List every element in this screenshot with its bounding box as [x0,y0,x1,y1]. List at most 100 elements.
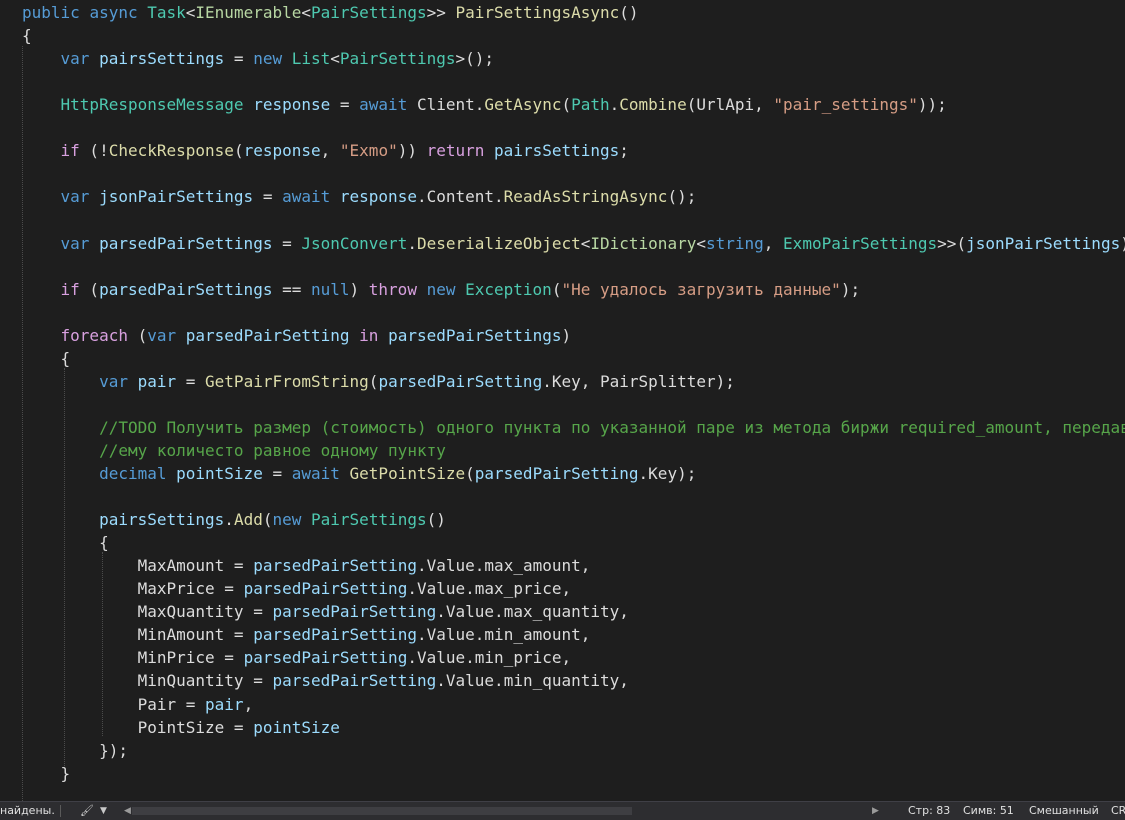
code-line[interactable]: //ему количесто равное одному пункту [22,439,446,462]
code-line[interactable]: Pair = pair, [22,693,254,716]
code-token: ( [127,325,148,345]
code-line[interactable]: PointSize = pointSize [22,716,340,739]
code-token: "pair_settings" [773,95,918,115]
code-token: )) [397,141,427,161]
code-line[interactable]: //TODO Получить размер (стоимость) одног… [22,416,1125,439]
code-token: = [262,464,292,483]
code-token: , [561,579,572,599]
code-token: HttpResponseMessage [60,95,254,115]
code-token: MaxPrice [137,579,215,599]
code-line[interactable]: var jsonPairSettings = await response.Co… [22,185,697,208]
code-token: Combine [619,95,687,115]
code-token: PairSettings [339,49,456,69]
code-token: parsedPairSetting [243,579,408,599]
code-token: { [22,26,32,46]
code-token: response [339,187,417,207]
chevron-down-icon[interactable]: ▼ [100,802,107,820]
code-token: ( [551,279,562,299]
code-line[interactable]: if (parsedPairSettings == null) throw ne… [22,278,861,301]
code-token: Content [426,187,495,207]
code-token: PairSettingsAsync [455,3,620,22]
code-token: () [619,3,639,22]
code-token: Value [426,556,475,576]
code-token: < [185,3,196,22]
code-token: pointSize [176,464,263,483]
code-line[interactable]: MinAmount = parsedPairSetting.Value.min_… [22,623,591,646]
code-token: = [330,95,360,115]
code-token: = [224,556,254,576]
code-token: pairsSettings [494,141,620,161]
code-token: pair [205,694,244,714]
code-token: max_amount [484,556,581,576]
code-token: MinAmount [137,625,225,645]
code-line[interactable]: HttpResponseMessage response = await Cli… [22,93,947,116]
code-token: = [176,371,206,391]
code-line[interactable]: { [22,531,109,554]
code-token: . [416,625,427,645]
code-token: , PairSplitter); [580,371,735,391]
code-line[interactable]: } [22,762,71,785]
code-token: min_amount [484,625,581,645]
code-line[interactable]: MaxPrice = parsedPairSetting.Value.max_p… [22,577,572,600]
code-token: . [436,671,446,691]
code-line[interactable]: pairsSettings.Add(new PairSettings() [22,508,446,531]
code-token: . [542,371,552,391]
code-token: = [224,717,254,737]
code-editor[interactable]: public async Task<IEnumerable<PairSettin… [0,0,1125,801]
code-line[interactable]: public async Task<IEnumerable<PairSettin… [22,1,639,24]
code-token: , [320,141,340,161]
code-token: parsedPairSetting [185,325,350,345]
code-token: . [416,187,427,207]
code-token: GetPointSize [349,464,466,483]
code-token: parsedPairSettings [99,233,273,253]
code-token: ) [349,279,369,299]
code-token: >>( [937,233,967,253]
code-token: Value [445,671,495,691]
horizontal-scrollbar[interactable] [122,806,882,816]
code-line[interactable]: MaxQuantity = parsedPairSetting.Value.ma… [22,600,629,623]
code-token: . [436,602,446,622]
code-token: async [89,3,148,22]
status-message: найдены. [0,804,55,817]
code-line[interactable]: var pair = GetPairFromString(parsedPairS… [22,370,735,393]
code-line[interactable]: MinPrice = parsedPairSetting.Value.min_p… [22,646,572,669]
code-token: pair [137,371,177,391]
code-line[interactable]: var parsedPairSettings = JsonConvert.Des… [22,232,1125,255]
code-token: MinPrice [137,648,215,668]
code-line[interactable]: }); [22,739,128,762]
code-token: Path [571,95,610,115]
code-token: . [474,556,485,576]
code-token: == [272,279,311,299]
code-token: Add [233,510,263,530]
code-token: . [407,579,417,599]
code-token: , [243,694,254,714]
code-token: "Exmo" [339,141,398,161]
code-line[interactable]: foreach (var parsedPairSetting in parsed… [22,324,572,347]
brush-icon[interactable]: 🖌︎ [80,802,94,820]
code-line[interactable]: { [22,24,32,47]
code-token: parsedPairSetting [253,625,417,645]
line-ending[interactable]: CRLF [1111,802,1125,820]
cursor-line: Стр: 83 [908,804,951,817]
code-token: }); [22,740,128,760]
scroll-right-icon[interactable]: ▶ [872,802,879,820]
code-line[interactable]: MaxAmount = parsedPairSetting.Value.max_… [22,554,591,577]
code-line[interactable]: { [22,347,71,370]
code-line[interactable]: MinQuantity = parsedPairSetting.Value.mi… [22,669,629,692]
horizontal-scrollbar-thumb[interactable] [132,807,632,815]
scroll-left-icon[interactable]: ◀ [124,802,131,820]
code-token: () [426,510,446,530]
code-token: IDictionary [590,233,697,253]
code-line[interactable]: decimal pointSize = await GetPointSize(p… [22,462,696,485]
code-token: Pair [137,694,177,714]
code-token: = [176,694,206,714]
code-line[interactable]: var pairsSettings = new List<PairSetting… [22,47,495,70]
whitespace-mode[interactable]: Смешанный [1029,802,1099,820]
code-token: ( [465,464,475,483]
code-token: PairSettings [311,510,427,530]
code-line[interactable]: if (!CheckResponse(response, "Exmo")) re… [22,139,629,162]
code-token: ) [561,325,572,345]
